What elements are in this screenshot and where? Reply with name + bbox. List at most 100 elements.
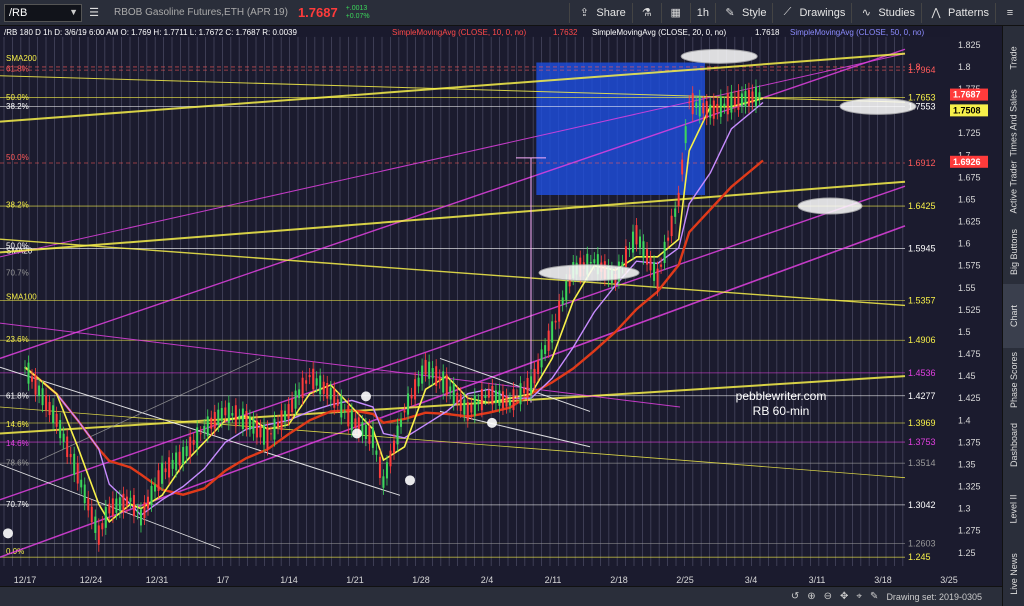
- tab-dashboard[interactable]: Dashboard: [1003, 413, 1024, 477]
- studies-button[interactable]: ∿ Studies: [851, 2, 921, 23]
- candle-body: [340, 396, 343, 418]
- drawings-label: Drawings: [799, 6, 846, 19]
- menu-icon: ≡: [1006, 6, 1014, 19]
- drawing-set-icon[interactable]: ✎: [870, 591, 878, 602]
- tab-active-trader[interactable]: Active Trader: [1003, 155, 1024, 219]
- candle-body: [45, 395, 48, 411]
- drawings-button[interactable]: ⟋ Drawings: [772, 2, 851, 23]
- candle-body: [702, 102, 705, 114]
- share-button[interactable]: ⇪ Share: [569, 2, 631, 23]
- price-chart[interactable]: 1.8251.81.7751.751.7251.71.6751.651.6251…: [0, 26, 1002, 586]
- sma20-value: 1.7618: [755, 28, 780, 37]
- chart-header-info: /RB 180 D 1h D: 3/6/19 6:00 AM O: 1.769 …: [4, 28, 297, 37]
- candle-body: [751, 91, 754, 103]
- candle-body: [438, 376, 441, 382]
- candle-body: [203, 426, 206, 433]
- x-tick-label: 3/11: [809, 575, 826, 585]
- pan-icon[interactable]: ✥: [840, 591, 848, 602]
- tab-times-and-sales[interactable]: Times And Sales: [1003, 89, 1024, 157]
- tab-phase-scores[interactable]: Phase Scores: [1003, 348, 1024, 412]
- candle-body: [561, 297, 564, 305]
- x-tick-label: 12/31: [146, 575, 169, 585]
- candle-body: [241, 408, 244, 430]
- candle-body: [501, 391, 504, 408]
- reset-icon[interactable]: ↺: [791, 591, 799, 602]
- candle-body: [719, 96, 722, 117]
- zoom-out-icon[interactable]: ⊖: [824, 591, 832, 602]
- symbol-value: /RB: [9, 6, 28, 19]
- candle-body: [487, 389, 490, 398]
- chevron-down-icon[interactable]: ▼: [69, 7, 78, 17]
- candle-body: [108, 503, 111, 514]
- interval-button[interactable]: 1h: [689, 2, 715, 23]
- y-tick-label: 1.525: [958, 305, 981, 315]
- candle-body: [315, 378, 318, 386]
- x-tick-label: 2/4: [481, 575, 494, 585]
- candle-body: [639, 236, 641, 248]
- change-abs: +.0013: [345, 4, 368, 12]
- tab-label: Times And Sales: [1009, 89, 1020, 157]
- candle-body: [259, 426, 262, 438]
- candle-body: [52, 405, 55, 424]
- tab-label: Trade: [1009, 46, 1019, 70]
- candle-body: [326, 382, 329, 399]
- level-label: 1.245: [908, 552, 931, 562]
- tab-level-ii[interactable]: Level II: [1003, 477, 1024, 541]
- candle-body: [199, 433, 202, 435]
- tab-trade[interactable]: Trade: [1003, 26, 1024, 90]
- menu-button[interactable]: ≡: [995, 2, 1024, 23]
- candle-body: [277, 422, 280, 428]
- candle-body: [400, 419, 403, 427]
- drawing-set-label: Drawing set: 2019-0305: [886, 591, 982, 602]
- candle-body: [649, 257, 652, 271]
- tab-chart[interactable]: Chart: [1003, 283, 1024, 349]
- candle-body: [329, 388, 332, 400]
- watermark-subtitle: RB 60-min: [753, 404, 810, 418]
- candle-body: [284, 410, 287, 421]
- candle-body: [635, 225, 638, 245]
- candle-body: [143, 502, 146, 518]
- level-label: 1.3969: [908, 418, 936, 428]
- symbol-input[interactable]: /RB ▼: [4, 3, 82, 22]
- candle-body: [537, 360, 540, 375]
- candle-body: [97, 525, 100, 545]
- style-button[interactable]: ✎ Style: [715, 2, 772, 23]
- candle-body: [308, 375, 311, 378]
- y-tick-label: 1.425: [958, 393, 981, 403]
- crosshair-icon[interactable]: ⌖: [856, 591, 862, 602]
- x-tick-label: 1/14: [280, 575, 298, 585]
- y-tick-label: 1.325: [958, 482, 981, 492]
- candle-body: [593, 259, 596, 264]
- candle-body: [540, 349, 543, 368]
- tab-big-buttons[interactable]: Big Buttons: [1003, 219, 1024, 283]
- candle-body: [104, 506, 107, 528]
- candle-body: [231, 413, 234, 416]
- zoom-in-icon[interactable]: ⊕: [807, 591, 815, 602]
- candle-body: [459, 394, 462, 411]
- candle-body: [712, 100, 715, 119]
- candle-body: [132, 495, 135, 517]
- y-tick-label: 1.275: [958, 526, 981, 536]
- candle-body: [631, 231, 634, 253]
- sma50-legend: SimpleMovingAvg (CLOSE, 50, 0, no): [790, 28, 924, 37]
- candle-body: [674, 208, 677, 217]
- candle-body: [354, 418, 357, 428]
- candle-body: [410, 394, 413, 399]
- candle-body: [385, 462, 388, 479]
- fib-label: 61.8%: [6, 65, 29, 74]
- candle-body: [740, 93, 743, 106]
- list-icon[interactable]: ☰: [86, 5, 102, 21]
- candle-body: [161, 462, 164, 484]
- candle-body: [262, 425, 265, 445]
- candle-body: [526, 377, 529, 398]
- patterns-label: Patterns: [948, 6, 989, 19]
- fib-label: 50.0%: [6, 93, 29, 102]
- x-tick-label: 1/21: [346, 575, 364, 585]
- level-label: 1.3042: [908, 500, 936, 510]
- patterns-button[interactable]: ⋀ Patterns: [921, 2, 995, 23]
- candle-body: [368, 426, 371, 444]
- grid-button[interactable]: ▦: [660, 2, 690, 23]
- tab-live-news[interactable]: Live News: [1003, 542, 1024, 606]
- flask-button[interactable]: ⚗: [631, 2, 661, 23]
- chart-area[interactable]: 1.8251.81.7751.751.7251.71.6751.651.6251…: [0, 26, 1002, 586]
